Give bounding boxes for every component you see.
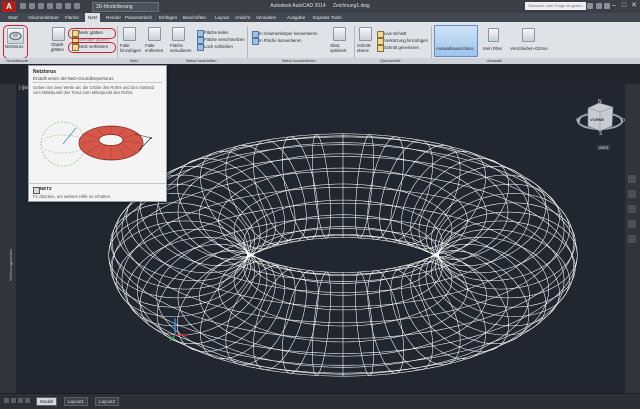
compass-east[interactable]: O	[621, 118, 625, 124]
layout-tab-layout1[interactable]: Layout1	[64, 397, 89, 406]
tooltip-title: Netztorus	[33, 69, 57, 75]
full-navigation-wheel-icon[interactable]	[628, 175, 636, 183]
scroll-last-icon[interactable]	[25, 398, 30, 403]
layout-tab-modell[interactable]: Modell	[36, 397, 58, 406]
torus-meridian-line	[177, 256, 276, 352]
pan-icon[interactable]	[628, 190, 636, 198]
command-icon	[33, 187, 40, 194]
netztorus-tooltip: Netztorus Erstellt einen 3D-Netz-Grundkö…	[28, 65, 167, 202]
compass-north[interactable]: N	[598, 99, 602, 105]
compass-west[interactable]: W	[576, 118, 581, 124]
scroll-next-icon[interactable]	[18, 398, 23, 403]
torus-preview-illustration	[40, 121, 152, 167]
drawing-overlay	[0, 102, 640, 395]
torus-meridian-line	[177, 158, 276, 254]
wcs-menu[interactable]: WKS	[597, 145, 611, 150]
tooltip-detail: Geben Sie zwei Werte an: die Größe des R…	[33, 85, 155, 95]
zoom-icon[interactable]	[628, 205, 636, 213]
showmotion-icon[interactable]	[628, 235, 636, 243]
tooltip-divider-bottom	[29, 183, 166, 184]
orbit-icon[interactable]	[628, 220, 636, 228]
tooltip-description: Erstellt einen 3D-Netz-Grundkörpertorus	[33, 76, 114, 81]
tooltip-command: NETZ	[40, 186, 52, 191]
viewcube-face-label[interactable]: VORNE	[590, 117, 604, 122]
scroll-prev-icon[interactable]	[11, 398, 16, 403]
scroll-first-icon[interactable]	[4, 398, 9, 403]
torus-mesh	[108, 133, 578, 377]
torus-meridian-line	[410, 256, 509, 352]
layout-tab-layout2[interactable]: Layout2	[95, 397, 120, 406]
tooltip-divider	[32, 82, 162, 83]
compass-south[interactable]: S	[599, 131, 602, 137]
torus-meridian-line	[410, 158, 509, 254]
tooltip-f1-hint: F1 drücken, um weitere Hilfe zu erhalten	[33, 194, 111, 199]
